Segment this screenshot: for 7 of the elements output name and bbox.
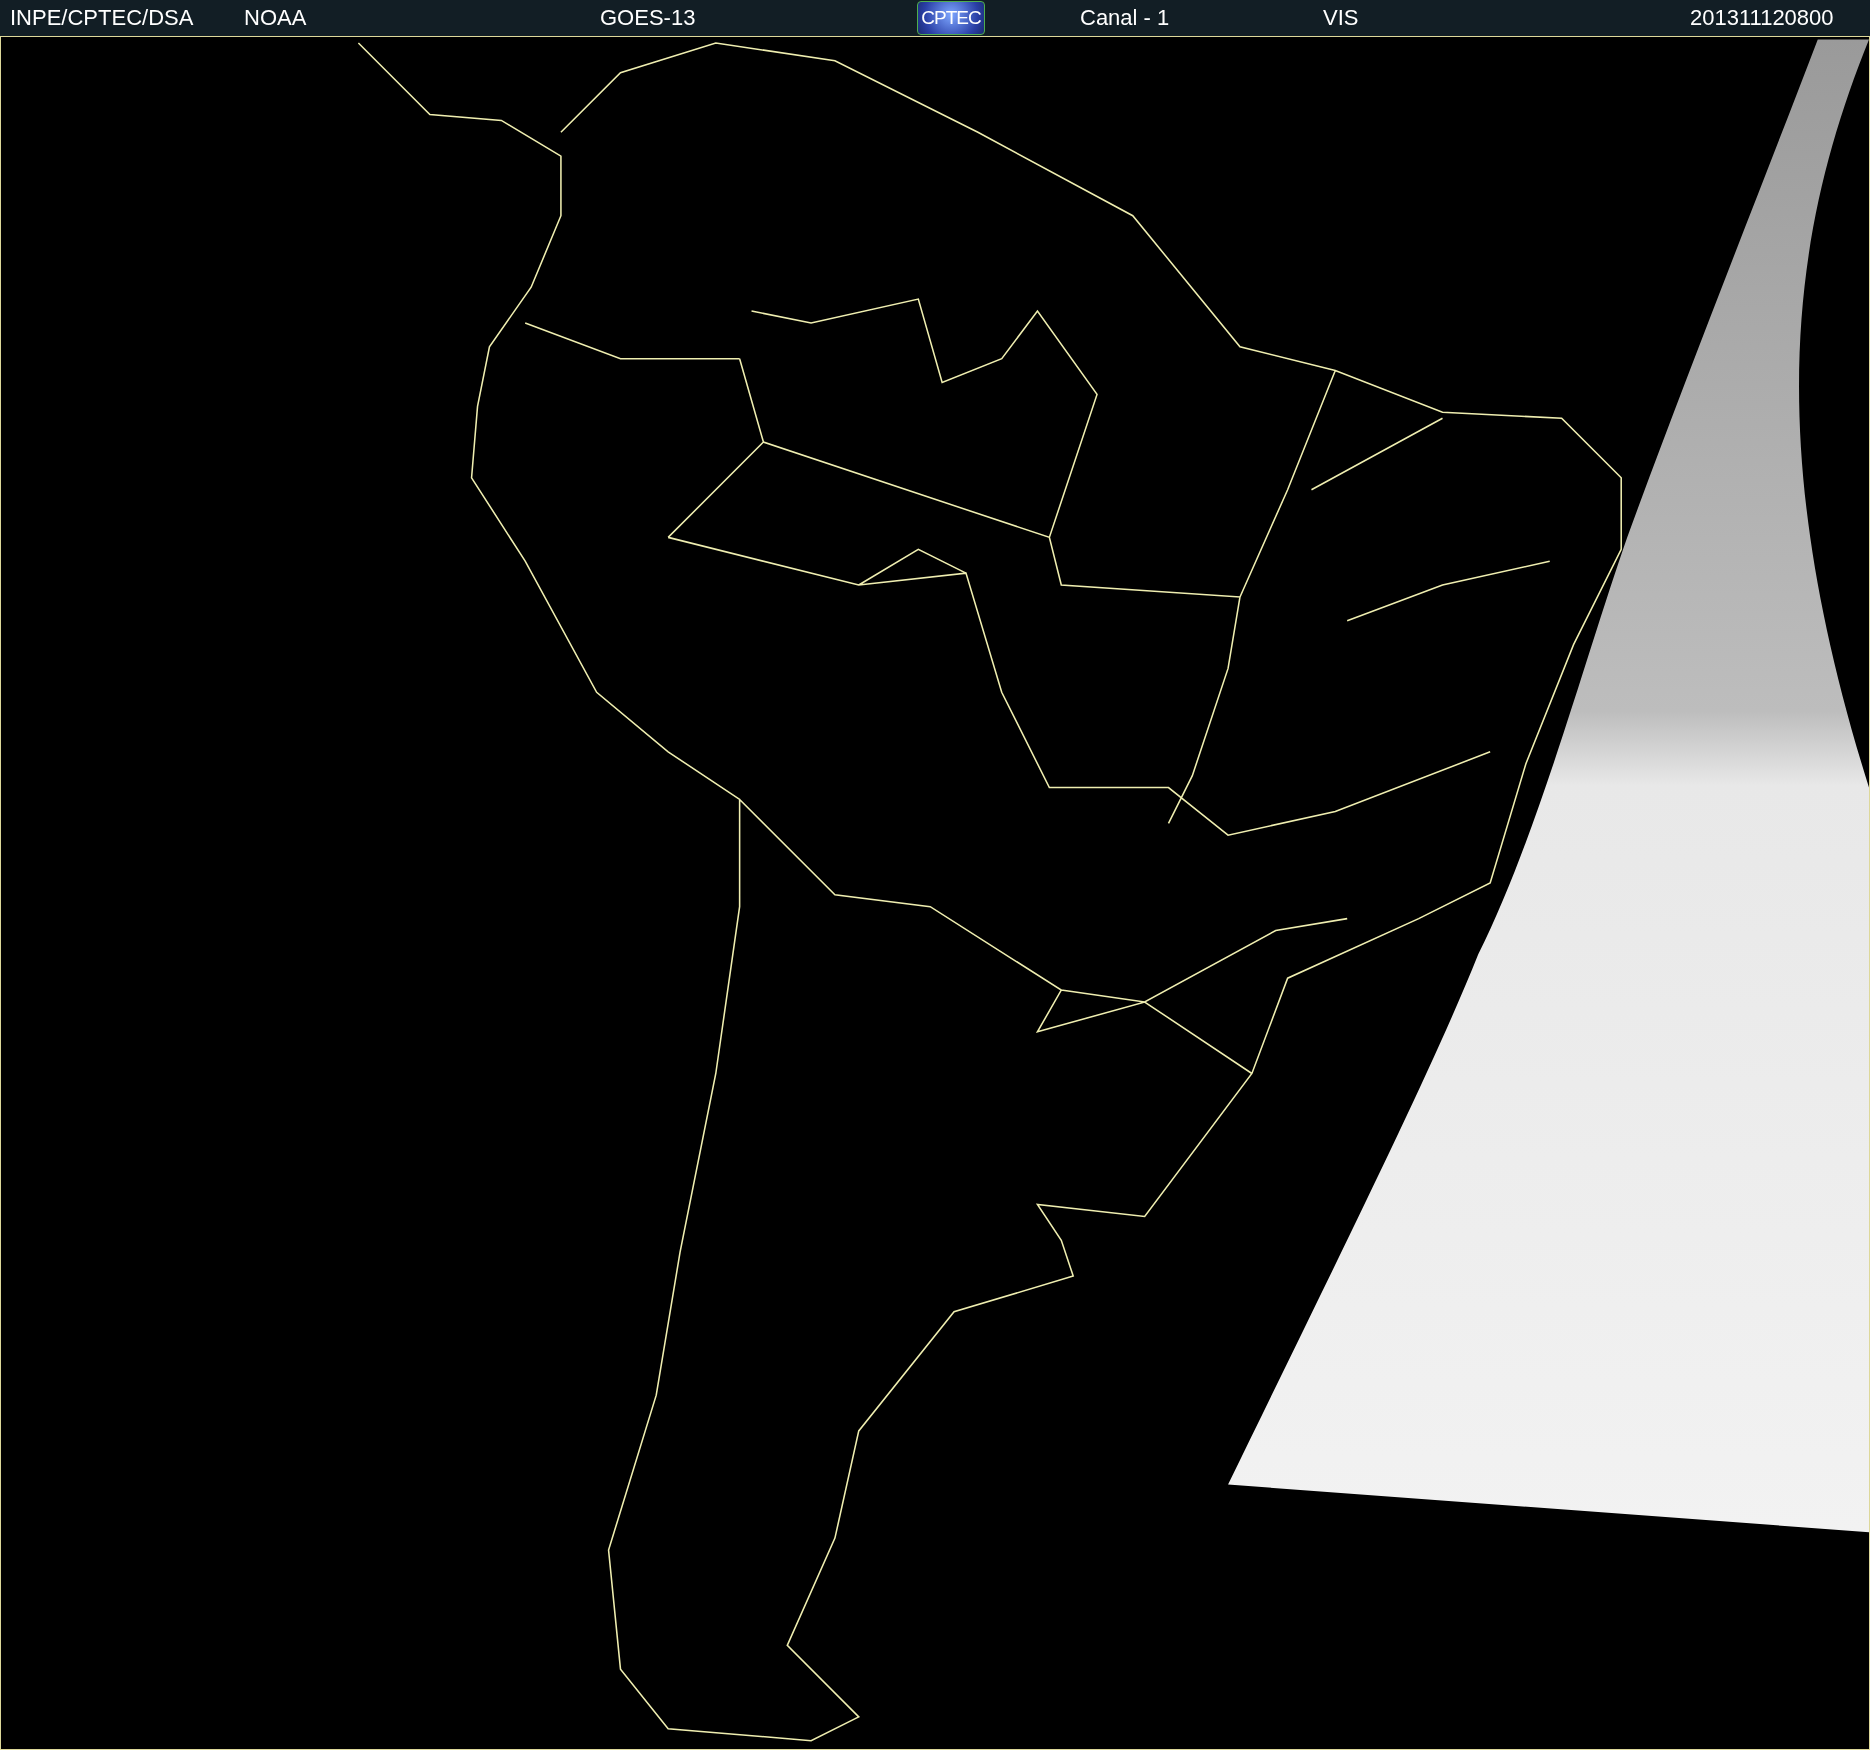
logo: CPTEC [917,1,985,35]
header-label: VIS [1323,5,1359,31]
header-label: NOAA [244,5,307,31]
header-label: GOES-13 [600,5,696,31]
header-label: Canal - 1 [1080,5,1170,31]
header-label: 201311120800 [1690,5,1834,31]
header-label: INPE/CPTEC/DSA [10,5,194,31]
